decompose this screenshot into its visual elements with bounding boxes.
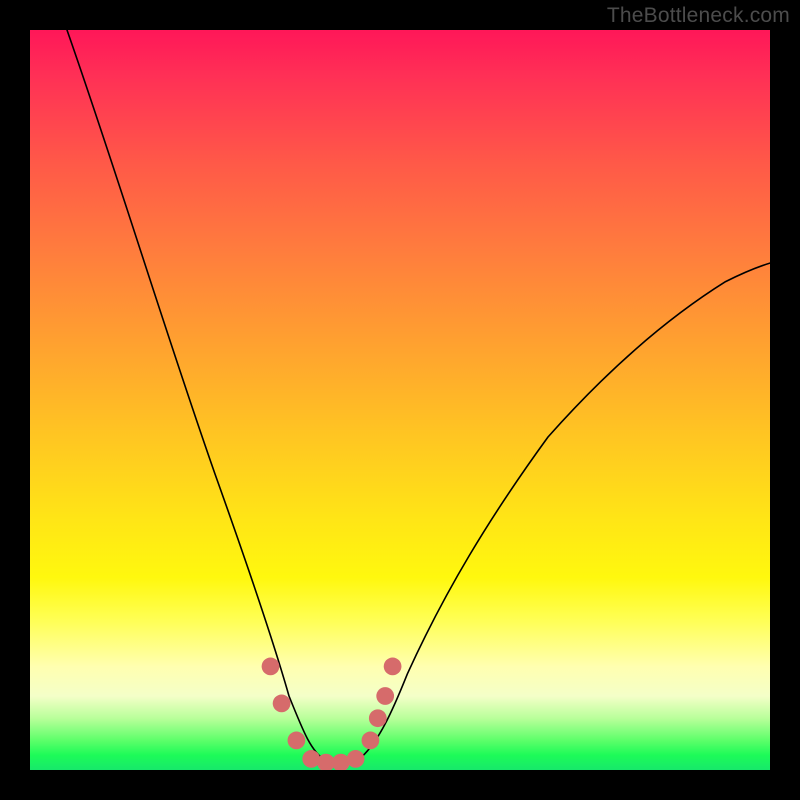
highlight-dot bbox=[302, 750, 320, 768]
watermark-text: TheBottleneck.com bbox=[607, 4, 790, 28]
highlight-dot bbox=[347, 750, 365, 768]
highlight-dot bbox=[273, 695, 291, 713]
chart-svg-layer bbox=[30, 30, 770, 770]
chart-frame: TheBottleneck.com bbox=[0, 0, 800, 800]
chart-plot-area bbox=[30, 30, 770, 770]
highlight-dot bbox=[376, 687, 394, 705]
highlight-dot bbox=[362, 732, 380, 750]
highlight-dot bbox=[288, 732, 306, 750]
highlight-dot bbox=[369, 709, 387, 727]
bottleneck-curve bbox=[67, 30, 770, 764]
highlight-dot bbox=[262, 658, 280, 676]
highlight-dot bbox=[332, 754, 350, 770]
highlight-dot bbox=[384, 658, 402, 676]
